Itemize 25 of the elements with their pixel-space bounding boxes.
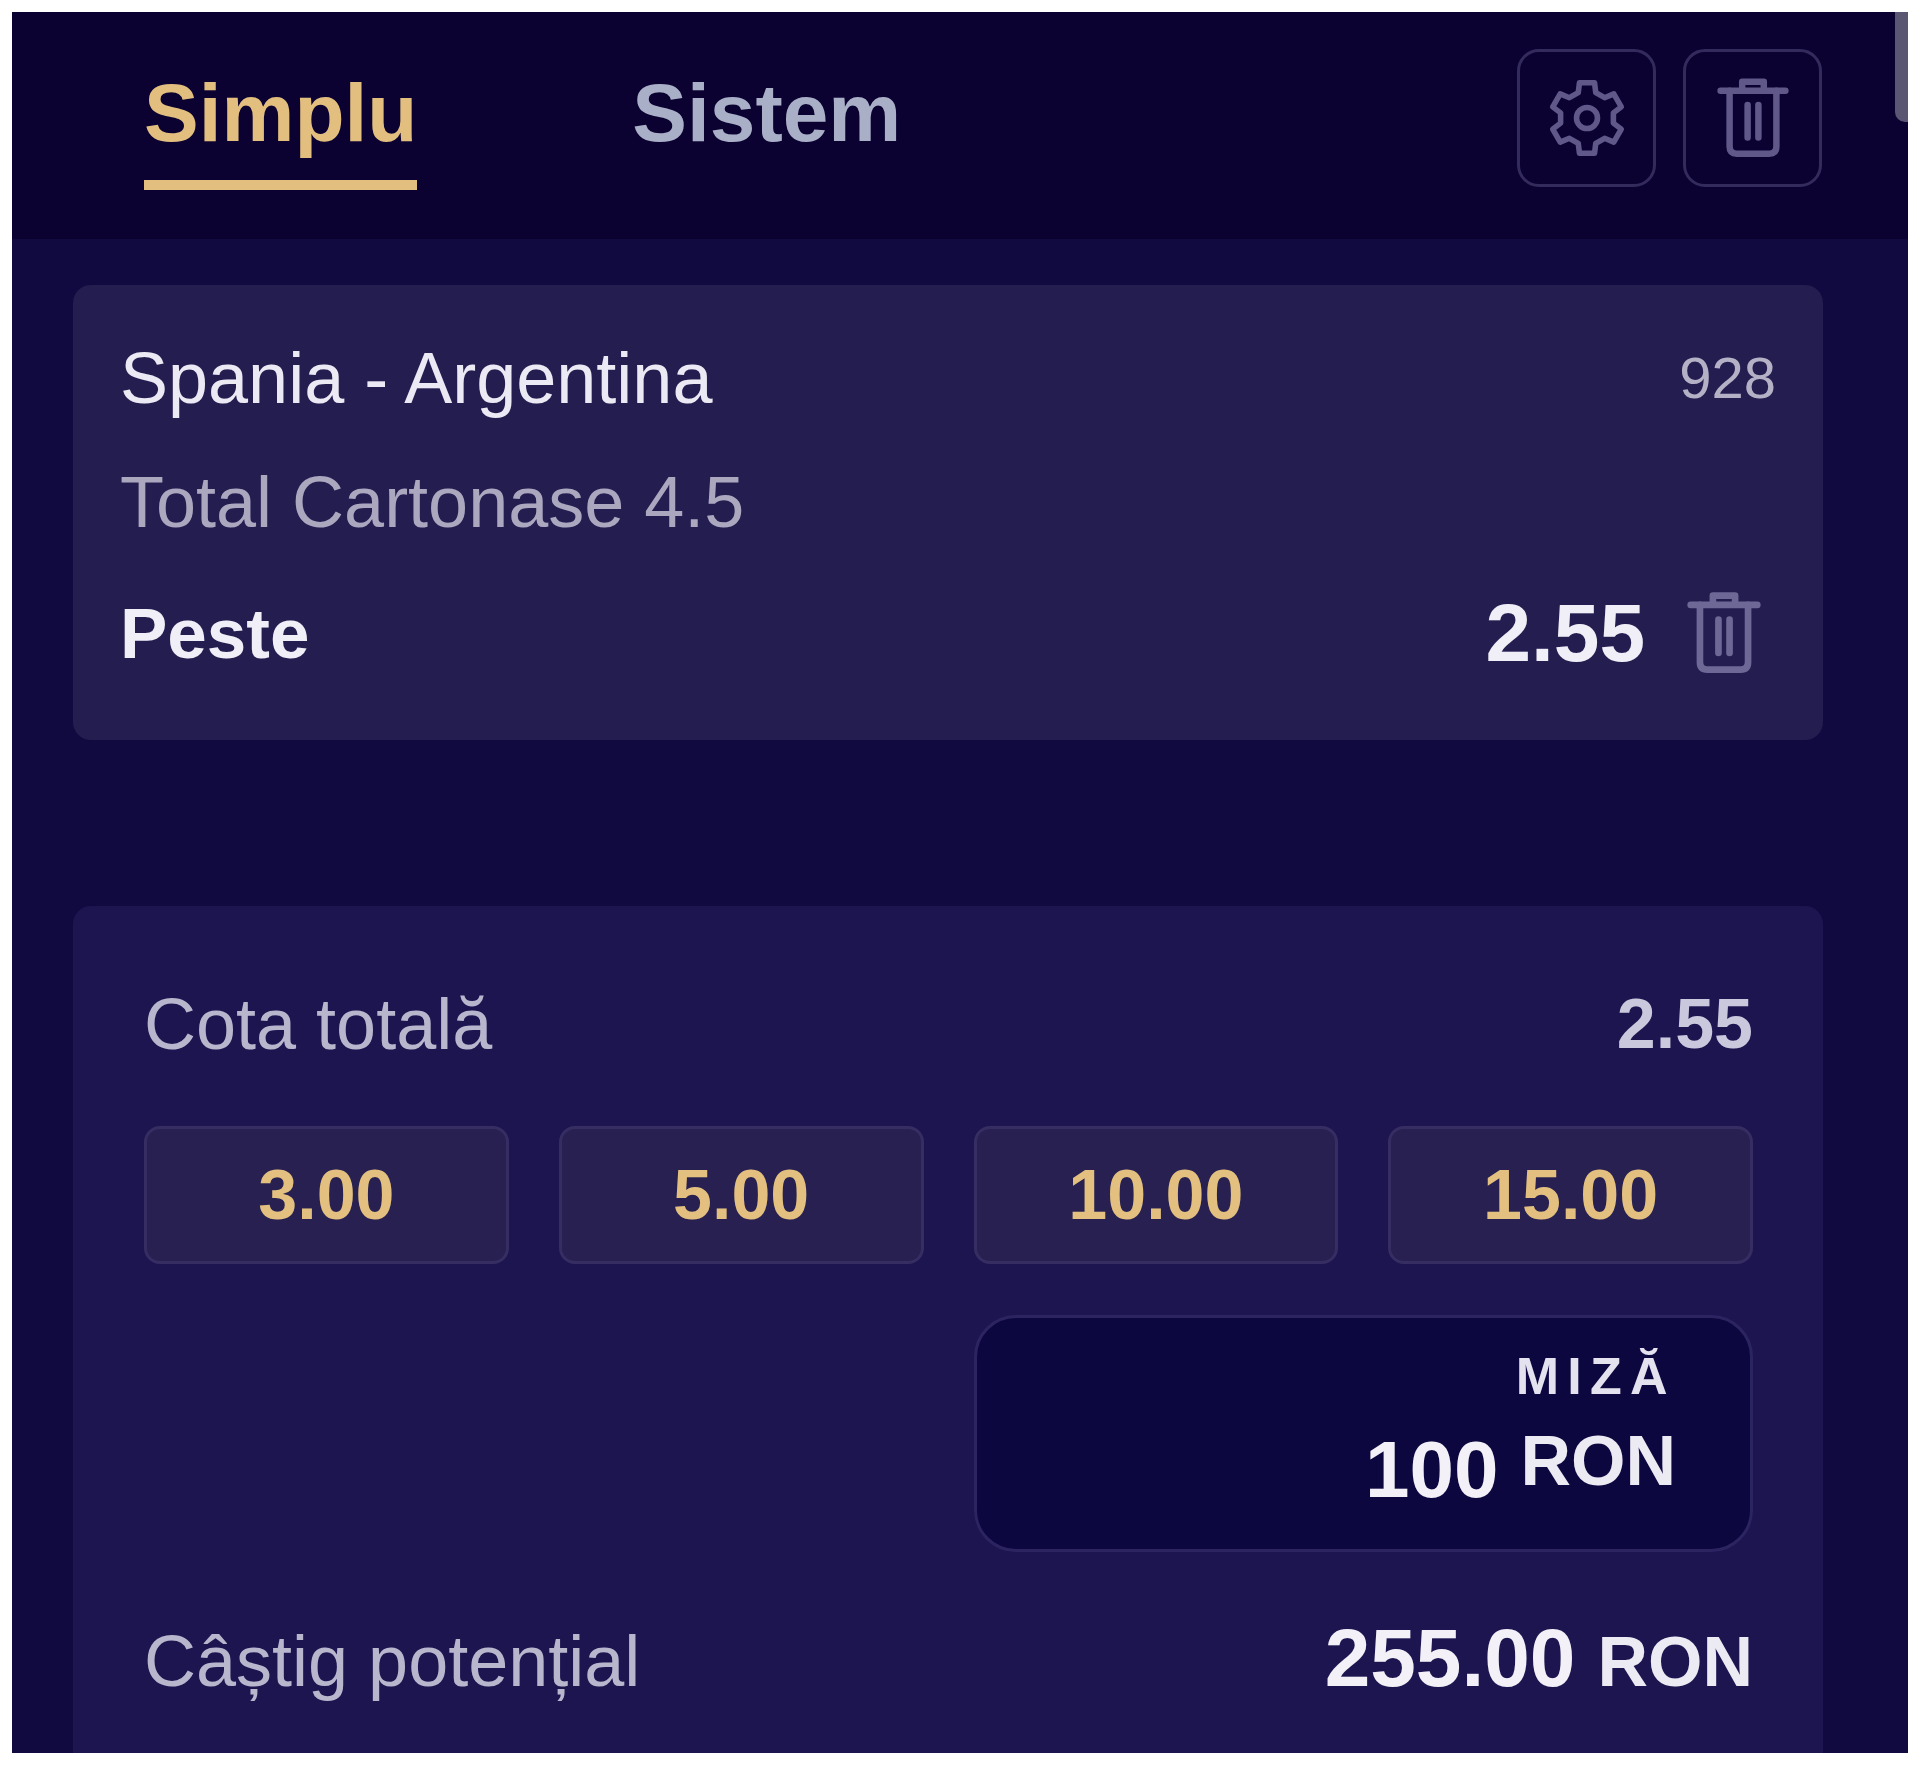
settings-button[interactable] <box>1517 49 1656 187</box>
match-title: Spania - Argentina <box>120 337 713 420</box>
tab[interactable]: Simplu <box>144 66 418 190</box>
quick-stake-button[interactable]: 10.00 <box>973 1126 1339 1264</box>
event-code: 928 <box>1679 344 1776 412</box>
stake-input[interactable]: 100 <box>1357 1423 1499 1517</box>
currency-label: RON <box>1597 1622 1753 1703</box>
tab[interactable]: Sistem <box>632 66 902 190</box>
trash-icon <box>1716 78 1789 158</box>
total-odds-label: Cota totală <box>144 983 493 1066</box>
stake-field[interactable]: MIZĂ 100 RON <box>973 1315 1753 1552</box>
potential-win-label: Câștig potențial <box>144 1620 641 1703</box>
scrollbar-thumb[interactable] <box>1895 12 1908 122</box>
quick-stake-button[interactable]: 5.00 <box>558 1126 924 1264</box>
total-odds-value: 2.55 <box>1616 984 1753 1065</box>
market-name: Total Cartonase 4.5 <box>120 461 745 544</box>
quick-stake-button[interactable]: 15.00 <box>1388 1126 1753 1264</box>
field-label: MIZĂ <box>1515 1346 1676 1406</box>
potential-win-amount: 255.00 <box>1324 1611 1576 1705</box>
odds-value: 2.55 <box>1485 586 1645 680</box>
trash-button[interactable] <box>1683 49 1822 187</box>
outcome-label: Peste <box>120 592 310 675</box>
trash-icon[interactable] <box>1687 591 1761 675</box>
currency-label: RON <box>1520 1421 1676 1502</box>
quick-stake-button[interactable]: 3.00 <box>144 1126 509 1264</box>
